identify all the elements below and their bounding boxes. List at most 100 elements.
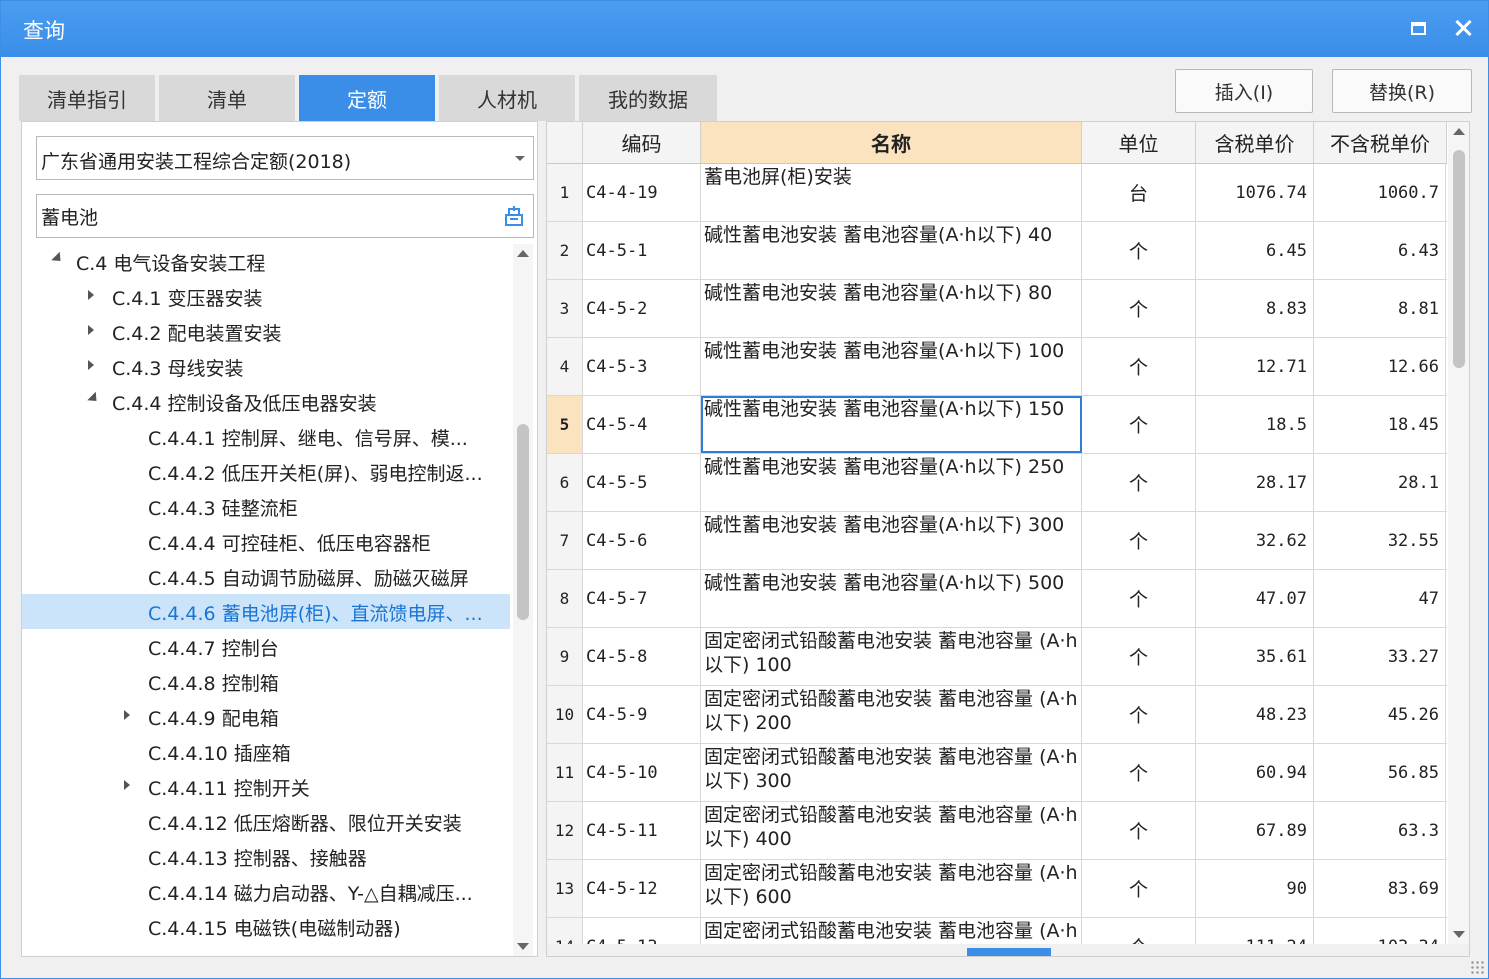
row-index-cell[interactable]: 2 — [547, 222, 583, 279]
collapsed-arrow-icon[interactable] — [88, 360, 94, 370]
resize-grip-icon[interactable] — [1470, 960, 1484, 974]
name-cell[interactable]: 固定密闭式铅酸蓄电池安装 蓄电池容量 (A·h以下) 600 — [701, 860, 1082, 917]
name-cell[interactable]: 固定密闭式铅酸蓄电池安装 蓄电池容量 (A·h以下) 100 — [701, 628, 1082, 685]
tree-item[interactable]: C.4.4.9 配电箱 — [22, 699, 510, 734]
price-with-tax-cell[interactable]: 111.24 — [1196, 918, 1314, 944]
price-without-tax-cell[interactable]: 83.69 — [1314, 860, 1446, 917]
unit-cell[interactable]: 个 — [1082, 686, 1196, 743]
price-without-tax-cell[interactable]: 32.55 — [1314, 512, 1446, 569]
tree-item[interactable]: C.4 电气设备安装工程 — [22, 244, 510, 279]
name-cell[interactable]: 固定密闭式铅酸蓄电池安装 蓄电池容量 (A·h以下) 400 — [701, 802, 1082, 859]
name-cell[interactable]: 碱性蓄电池安装 蓄电池容量(A·h以下) 300 — [701, 512, 1082, 569]
price-with-tax-cell[interactable]: 8.83 — [1196, 280, 1314, 337]
tree-item[interactable]: C.4.4.10 插座箱 — [22, 734, 510, 769]
name-cell[interactable]: 碱性蓄电池安装 蓄电池容量(A·h以下) 100 — [701, 338, 1082, 395]
name-cell[interactable]: 碱性蓄电池安装 蓄电池容量(A·h以下) 80 — [701, 280, 1082, 337]
code-cell[interactable]: C4-5-11 — [583, 802, 701, 859]
collapsed-arrow-icon[interactable] — [124, 710, 130, 720]
row-index-cell[interactable]: 8 — [547, 570, 583, 627]
table-row[interactable]: 6 C4-5-5 碱性蓄电池安装 蓄电池容量(A·h以下) 250 个 28.17 28.… — [547, 454, 1447, 512]
row-index-cell[interactable]: 13 — [547, 860, 583, 917]
table-row[interactable]: 13 C4-5-12 固定密闭式铅酸蓄电池安装 蓄电池容量 (A·h以下) 600 个… — [547, 860, 1447, 918]
price-without-tax-cell[interactable]: 103.34 — [1314, 918, 1446, 944]
close-button[interactable] — [1446, 11, 1480, 45]
scroll-down-icon[interactable] — [1453, 931, 1465, 938]
table-row[interactable]: 11 C4-5-10 固定密闭式铅酸蓄电池安装 蓄电池容量 (A·h以下) 300 个… — [547, 744, 1447, 802]
table-row[interactable]: 7 C4-5-6 碱性蓄电池安装 蓄电池容量(A·h以下) 300 个 32.62 32.… — [547, 512, 1447, 570]
price-without-tax-cell[interactable]: 45.26 — [1314, 686, 1446, 743]
price-with-tax-cell[interactable]: 32.62 — [1196, 512, 1314, 569]
tab-labor-material-machine[interactable]: 人材机 — [439, 75, 575, 121]
unit-cell[interactable]: 个 — [1082, 512, 1196, 569]
tree-scroll-thumb[interactable] — [517, 424, 529, 620]
table-row[interactable]: 14C4-5-13固定密闭式铅酸蓄电池安装 蓄电池容量 (A·h以下) 800个… — [547, 918, 1447, 944]
tree-item[interactable]: C.4.4.11 控制开关 — [22, 769, 510, 804]
collapse-handle[interactable] — [967, 948, 1051, 956]
table-row[interactable]: 1 C4-4-19 蓄电池屏(柜)安装台 1076.74 1060.7 — [547, 164, 1447, 222]
unit-cell[interactable]: 个 — [1082, 802, 1196, 859]
unit-cell[interactable]: 个 — [1082, 628, 1196, 685]
quota-library-select[interactable]: 广东省通用安装工程综合定额(2018) — [36, 136, 534, 180]
price-with-tax-cell[interactable]: 90 — [1196, 860, 1314, 917]
collapsed-arrow-icon[interactable] — [124, 780, 130, 790]
unit-cell[interactable]: 个 — [1082, 570, 1196, 627]
price-without-tax-cell[interactable]: 18.45 — [1314, 396, 1446, 453]
tree-scrollbar[interactable] — [513, 244, 533, 956]
insert-button[interactable]: 插入(I) — [1175, 69, 1313, 113]
row-index-cell[interactable]: 12 — [547, 802, 583, 859]
unit-cell[interactable]: 个 — [1082, 396, 1196, 453]
code-cell[interactable]: C4-5-4 — [583, 396, 701, 453]
code-cell[interactable]: C4-5-7 — [583, 570, 701, 627]
tree-item[interactable]: C.4.4.7 控制台 — [22, 629, 510, 664]
row-index-cell[interactable]: 5 — [547, 396, 583, 453]
tab-my-data[interactable]: 我的数据 — [579, 75, 717, 121]
grid-scroll-thumb[interactable] — [1453, 150, 1465, 368]
tree-item[interactable]: C.4.1 变压器安装 — [22, 279, 510, 314]
tree-item[interactable]: C.4.4.13 控制器、接触器 — [22, 839, 510, 874]
tree-item[interactable]: C.4.4.8 控制箱 — [22, 664, 510, 699]
tree-item[interactable]: C.4.4.1 控制屏、继电、信号屏、模... — [22, 419, 510, 454]
row-index-cell[interactable]: 7 — [547, 512, 583, 569]
collapsed-arrow-icon[interactable] — [88, 290, 94, 300]
tree-item[interactable]: C.4.3 母线安装 — [22, 349, 510, 384]
table-row[interactable]: 5 C4-5-4 碱性蓄电池安装 蓄电池容量(A·h以下) 150 个 18.5 18.4… — [547, 396, 1447, 454]
unit-cell[interactable]: 个 — [1082, 860, 1196, 917]
unit-cell[interactable]: 个 — [1082, 918, 1196, 944]
scroll-up-icon[interactable] — [1453, 128, 1465, 135]
maximize-button[interactable] — [1401, 11, 1435, 45]
expanded-arrow-icon[interactable] — [51, 251, 65, 266]
locate-icon[interactable] — [503, 205, 525, 227]
code-cell[interactable]: C4-5-13 — [583, 918, 701, 944]
row-index-cell[interactable]: 14 — [547, 918, 583, 944]
name-cell[interactable]: 固定密闭式铅酸蓄电池安装 蓄电池容量 (A·h以下) 200 — [701, 686, 1082, 743]
name-cell[interactable]: 碱性蓄电池安装 蓄电池容量(A·h以下) 500 — [701, 570, 1082, 627]
tree-item[interactable]: C.4.4.2 低压开关柜(屏)、弱电控制返... — [22, 454, 510, 489]
price-with-tax-cell[interactable]: 47.07 — [1196, 570, 1314, 627]
price-without-tax-cell[interactable]: 8.81 — [1314, 280, 1446, 337]
code-cell[interactable]: C4-5-12 — [583, 860, 701, 917]
price-with-tax-cell[interactable]: 48.23 — [1196, 686, 1314, 743]
price-without-tax-cell[interactable]: 63.3 — [1314, 802, 1446, 859]
scroll-up-icon[interactable] — [517, 250, 529, 257]
price-without-tax-cell[interactable]: 12.66 — [1314, 338, 1446, 395]
price-without-tax-cell[interactable]: 33.27 — [1314, 628, 1446, 685]
table-row[interactable]: 3 C4-5-2 碱性蓄电池安装 蓄电池容量(A·h以下) 80 个 8.83 8.81 — [547, 280, 1447, 338]
code-cell[interactable]: C4-5-6 — [583, 512, 701, 569]
price-with-tax-cell[interactable]: 6.45 — [1196, 222, 1314, 279]
tree-item[interactable]: C.4.2 配电装置安装 — [22, 314, 510, 349]
header-price-without-tax[interactable]: 不含税单价 — [1314, 122, 1447, 164]
row-index-cell[interactable]: 1 — [547, 164, 583, 221]
header-code[interactable]: 编码 — [583, 122, 701, 164]
table-row[interactable]: 4 C4-5-3 碱性蓄电池安装 蓄电池容量(A·h以下) 100 个 12.71 12.… — [547, 338, 1447, 396]
unit-cell[interactable]: 个 — [1082, 222, 1196, 279]
price-without-tax-cell[interactable]: 56.85 — [1314, 744, 1446, 801]
code-cell[interactable]: C4-5-9 — [583, 686, 701, 743]
tree-item[interactable]: C.4.4.3 硅整流柜 — [22, 489, 510, 524]
name-cell[interactable]: 固定密闭式铅酸蓄电池安装 蓄电池容量 (A·h以下) 800 — [701, 918, 1082, 944]
tree-item[interactable]: C.4.4.6 蓄电池屏(柜)、直流馈电屏、... — [22, 594, 510, 629]
price-with-tax-cell[interactable]: 28.17 — [1196, 454, 1314, 511]
row-index-cell[interactable]: 11 — [547, 744, 583, 801]
name-cell[interactable]: 蓄电池屏(柜)安装 — [701, 164, 1082, 221]
name-cell[interactable]: 碱性蓄电池安装 蓄电池容量(A·h以下) 150 — [701, 396, 1082, 453]
header-name[interactable]: 名称 — [701, 122, 1082, 164]
